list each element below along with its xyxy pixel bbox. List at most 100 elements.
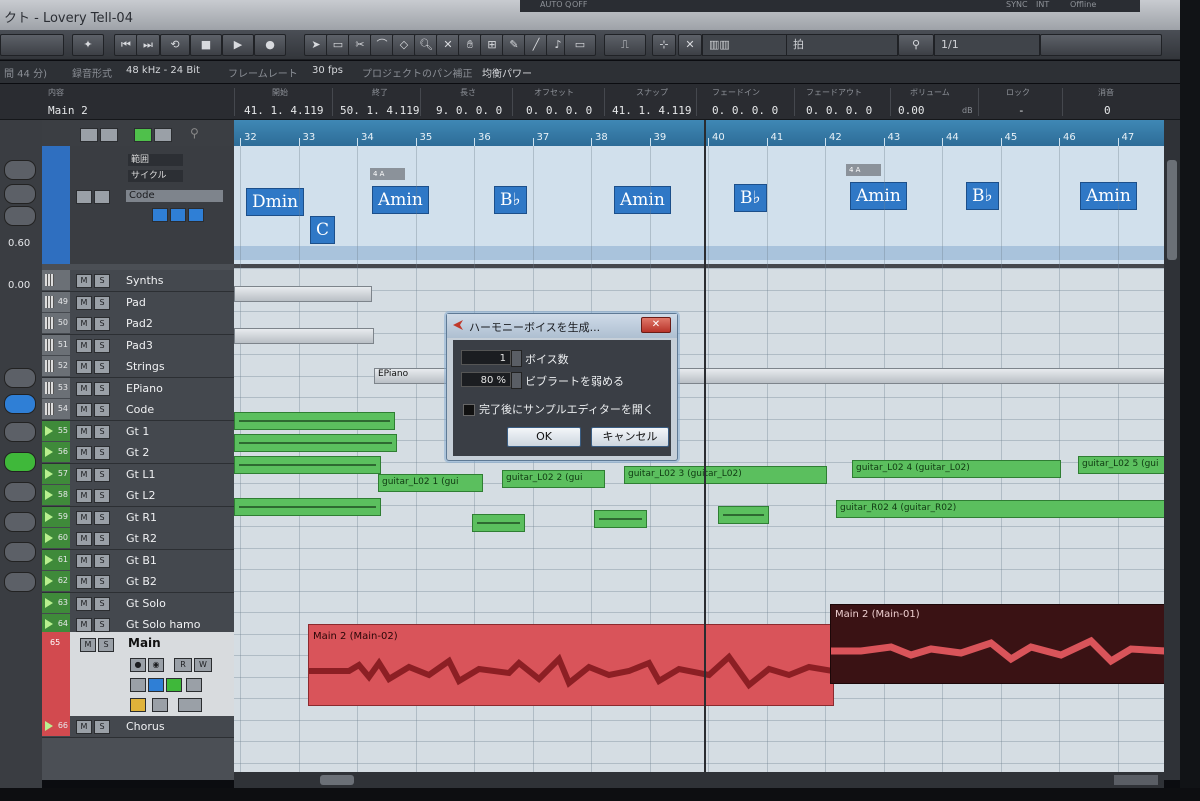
track-name[interactable]: Gt B1 bbox=[126, 554, 157, 567]
main-track-header[interactable]: 65 M S Main ● ◉ R W bbox=[42, 632, 234, 718]
mute-button[interactable]: M bbox=[76, 446, 92, 460]
chord-event-bflat-3[interactable]: B♭ bbox=[966, 182, 999, 210]
track-row[interactable]: 53 M S EPiano bbox=[42, 377, 234, 400]
main-track-lane-icon[interactable] bbox=[130, 698, 146, 712]
global-write-button[interactable] bbox=[154, 128, 172, 142]
mute-button[interactable]: M bbox=[76, 720, 92, 734]
track-name[interactable]: Gt R1 bbox=[126, 511, 157, 524]
event-fadein[interactable]: 0. 0. 0. 0 bbox=[712, 104, 778, 117]
event-mute[interactable]: 0 bbox=[1104, 104, 1111, 117]
inspector-toggle-7[interactable] bbox=[4, 512, 36, 532]
solo-button[interactable]: S bbox=[94, 532, 110, 546]
chord-track-header[interactable]: 範囲 サイクル Code bbox=[42, 146, 234, 264]
mute-button[interactable]: M bbox=[76, 338, 92, 353]
track-row[interactable]: 52 M S Strings bbox=[42, 356, 234, 378]
chord-track-lock[interactable] bbox=[94, 190, 110, 204]
horizontal-scrollbar[interactable] bbox=[234, 772, 1164, 788]
solo-button[interactable]: S bbox=[94, 295, 110, 310]
chord-track-mute[interactable] bbox=[76, 190, 92, 204]
event-snap[interactable]: 41. 1. 4.119 bbox=[612, 104, 691, 117]
main-track-extra-icon[interactable] bbox=[178, 698, 202, 712]
clip-guitar-r02-4[interactable]: guitar_R02 4 (guitar_R02) bbox=[836, 500, 1164, 518]
cancel-button[interactable]: キャンセル bbox=[591, 427, 669, 447]
track-name[interactable]: Pad bbox=[126, 296, 146, 309]
line-tool-icon[interactable]: ╱ bbox=[524, 34, 548, 56]
track-name[interactable]: Gt Solo bbox=[126, 597, 166, 610]
dialog-title-bar[interactable]: ハーモニーボイスを生成... ✕ bbox=[447, 314, 677, 338]
voices-count-field[interactable]: 1 bbox=[461, 350, 511, 365]
inspector-value-2[interactable]: 0.00 bbox=[8, 280, 30, 291]
event-volume[interactable]: 0.00 bbox=[898, 104, 925, 117]
main-track-read-button[interactable]: R bbox=[174, 658, 192, 672]
track-row[interactable]: 60 M S Gt R2 bbox=[42, 528, 234, 550]
track-name[interactable]: Pad3 bbox=[126, 339, 153, 352]
event-lock[interactable]: - bbox=[1018, 104, 1025, 117]
main-track-insert-icon[interactable] bbox=[166, 678, 182, 692]
mute-button[interactable]: M bbox=[76, 510, 92, 525]
track-name[interactable]: Pad2 bbox=[126, 317, 153, 330]
zoom-tool-icon[interactable]: 🔍︎ bbox=[414, 34, 438, 56]
mute-button[interactable]: M bbox=[76, 403, 92, 417]
main-track-write-button[interactable]: W bbox=[194, 658, 212, 672]
snap-value-dropdown[interactable]: 拍 bbox=[786, 34, 898, 56]
inspector-toggle-4[interactable] bbox=[4, 368, 36, 388]
inspector-monitor-button[interactable] bbox=[4, 452, 36, 472]
event-fadeout[interactable]: 0. 0. 0. 0 bbox=[806, 104, 872, 117]
chord-event-bflat-1[interactable]: B♭ bbox=[494, 186, 527, 214]
solo-button[interactable]: S bbox=[94, 575, 110, 589]
mute-button[interactable]: M bbox=[76, 381, 92, 396]
global-solo-button[interactable] bbox=[100, 128, 118, 142]
mute-button[interactable]: M bbox=[76, 274, 92, 288]
split-tool-icon[interactable]: ✂ bbox=[348, 34, 372, 56]
record-button[interactable]: ● bbox=[254, 34, 286, 56]
snap-toggle-icon[interactable]: ⊹ bbox=[652, 34, 676, 56]
track-name[interactable]: Gt 1 bbox=[126, 425, 149, 438]
inspector-value-1[interactable]: 0.60 bbox=[8, 238, 30, 249]
vibrato-reduce-stepper[interactable] bbox=[511, 372, 522, 389]
main-track-eq-icon[interactable] bbox=[148, 678, 164, 692]
chord-event-c[interactable]: C bbox=[310, 216, 336, 244]
track-row[interactable]: 58 M S Gt L2 bbox=[42, 485, 234, 507]
pan-law-value[interactable]: 均衡パワー bbox=[482, 65, 532, 80]
track-row[interactable]: 59 M S Gt R1 bbox=[42, 506, 234, 529]
track-name[interactable]: Gt L2 bbox=[126, 489, 155, 502]
go-to-start-button[interactable]: ⏮ bbox=[114, 34, 138, 56]
chord-event-amin-3[interactable]: Amin bbox=[850, 182, 907, 210]
inspector-toggle-8[interactable] bbox=[4, 542, 36, 562]
main-track-record-button[interactable]: ● bbox=[130, 658, 146, 672]
track-row[interactable]: 54 M S Code bbox=[42, 399, 234, 421]
solo-button[interactable]: S bbox=[94, 274, 110, 288]
solo-button[interactable]: S bbox=[94, 446, 110, 460]
chord-track-range-dropdown[interactable]: 範囲 bbox=[128, 154, 183, 166]
go-to-end-button[interactable]: ⏭ bbox=[136, 34, 160, 56]
mute-button[interactable]: M bbox=[76, 532, 92, 546]
solo-button[interactable]: S bbox=[94, 381, 110, 396]
color-button[interactable]: ▭ bbox=[564, 34, 596, 56]
mute-button[interactable]: M bbox=[76, 596, 92, 611]
dialog-close-button[interactable]: ✕ bbox=[641, 317, 671, 333]
stop-button[interactable]: ■ bbox=[190, 34, 222, 56]
grid-type-dropdown[interactable]: ▥▥ bbox=[702, 34, 788, 56]
solo-button[interactable]: S bbox=[94, 553, 110, 568]
track-row[interactable]: 51 M S Pad3 bbox=[42, 334, 234, 357]
chord-track-cycle-dropdown[interactable]: サイクル bbox=[128, 170, 183, 182]
solo-button[interactable]: S bbox=[94, 596, 110, 611]
chord-track-edit-button[interactable] bbox=[188, 208, 204, 222]
chord-event-bflat-2[interactable]: B♭ bbox=[734, 184, 767, 212]
timewarp-tool-icon[interactable]: ⊞ bbox=[480, 34, 504, 56]
mute-button[interactable]: M bbox=[76, 424, 92, 439]
vertical-scroll-thumb[interactable] bbox=[1167, 160, 1177, 260]
clip-gt-r2-c[interactable] bbox=[718, 506, 769, 524]
track-name[interactable]: EPiano bbox=[126, 382, 163, 395]
track-name[interactable]: Gt Solo hamo bbox=[126, 618, 201, 631]
project-window-arrange[interactable]: 32 33 34 35 36 37 38 39 40 41 42 43 44 45 46 47 4 A 4 A… bbox=[234, 120, 1164, 772]
inspector-toggle-5[interactable] bbox=[4, 422, 36, 442]
event-length[interactable]: 9. 0. 0. 0 bbox=[436, 104, 502, 117]
vibrato-reduce-field[interactable]: 80 % bbox=[461, 372, 511, 387]
constrain-delay-button[interactable]: ✦ bbox=[72, 34, 104, 56]
clip-gt-r2-a[interactable] bbox=[472, 514, 525, 532]
horizontal-scroll-thumb[interactable] bbox=[320, 775, 354, 785]
event-offset[interactable]: 0. 0. 0. 0 bbox=[526, 104, 592, 117]
frame-rate-value[interactable]: 30 fps bbox=[312, 65, 343, 76]
chord-event-amin-4[interactable]: Amin bbox=[1080, 182, 1137, 210]
